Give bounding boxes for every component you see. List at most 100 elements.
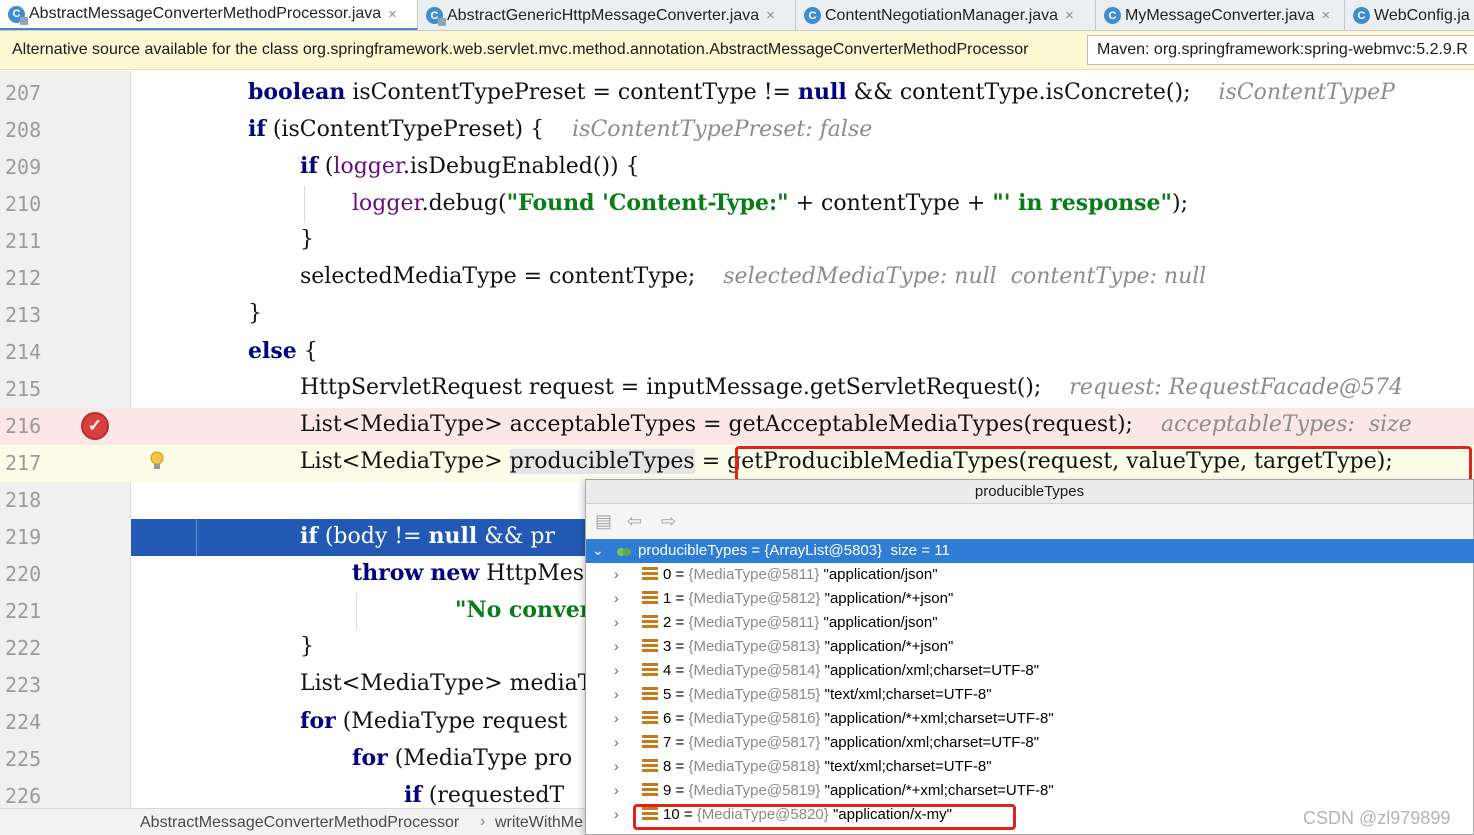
code-text: logger.debug("Found 'Content-Type:" + co… <box>352 190 1189 216</box>
line-number: 217 <box>5 451 42 475</box>
list-item[interactable]: › 6 = {MediaType@5816} "application/*+xm… <box>586 707 1474 731</box>
list-item[interactable]: › 2 = {MediaType@5811} "application/json… <box>586 611 1474 635</box>
line-number: 225 <box>5 747 42 771</box>
list-item[interactable]: › 3 = {MediaType@5813} "application/*+js… <box>586 635 1474 659</box>
list-item[interactable]: › 7 = {MediaType@5817} "application/xml;… <box>586 731 1474 755</box>
chevron-right-icon[interactable]: › <box>614 566 619 582</box>
list-item[interactable]: › 4 = {MediaType@5814} "application/xml;… <box>586 659 1474 683</box>
breadcrumb-method[interactable]: writeWithMe <box>495 814 583 832</box>
list-item[interactable]: › 8 = {MediaType@5818} "text/xml;charset… <box>586 755 1474 779</box>
field-icon <box>642 711 658 726</box>
tab-content-negotiation-manager[interactable]: C ContentNegotiationManager.java × <box>796 0 1096 30</box>
line-number: 213 <box>5 303 42 327</box>
chevron-right-icon[interactable]: › <box>614 590 619 606</box>
code-text: for (MediaType pro <box>352 745 573 771</box>
item-text: 9 = {MediaType@5819} "application/*+xml;… <box>663 782 1054 799</box>
abstract-class-icon: C <box>426 7 446 26</box>
code-text: selectedMediaType = contentType; selected… <box>300 264 1207 289</box>
chevron-right-icon[interactable]: › <box>614 662 619 678</box>
inline-debug-value: selectedMediaType: null contentType: nul… <box>723 264 1207 289</box>
line-number: 221 <box>5 599 42 623</box>
field-icon <box>642 615 658 630</box>
tab-my-message-converter[interactable]: C MyMessageConverter.java × <box>1096 0 1345 30</box>
tab-label: AbstractMessageConverterMethodProcessor.… <box>29 5 382 22</box>
variable-inspection-popup[interactable]: producibleTypes ▤ ⇦ ⇨ ⌄ producibleTypes … <box>585 479 1474 835</box>
item-text: 7 = {MediaType@5817} "application/xml;ch… <box>663 734 1040 751</box>
tab-label: WebConfig.ja <box>1374 6 1470 24</box>
code-text: throw new HttpMes <box>352 560 585 586</box>
tab-abstract-generic-http-message-converter[interactable]: C AbstractGenericHttpMessageConverter.ja… <box>418 0 796 30</box>
chevron-right-icon[interactable]: › <box>614 782 619 798</box>
tab-label: AbstractGenericHttpMessageConverter.java <box>447 6 760 24</box>
line-number: 223 <box>5 673 42 697</box>
code-text: } <box>300 227 314 252</box>
line-number: 212 <box>5 266 42 290</box>
close-icon[interactable]: × <box>766 7 775 24</box>
forward-arrow-icon[interactable]: ⇨ <box>661 511 676 532</box>
inline-debug-value: isContentTypePreset: false <box>572 117 873 142</box>
code-text: if (isContentTypePreset) {isContentTypeP… <box>248 116 873 142</box>
chevron-right-icon[interactable]: › <box>614 686 619 702</box>
chevron-right-icon[interactable]: › <box>614 758 619 774</box>
tab-label: ContentNegotiationManager.java <box>825 6 1059 24</box>
list-item[interactable]: › 0 = {MediaType@5811} "application/json… <box>586 563 1474 587</box>
inline-debug-value: isContentTypeP <box>1218 80 1395 105</box>
popup-toolbar: ▤ ⇦ ⇨ <box>586 504 1473 538</box>
code-line-212[interactable]: 212 selectedMediaType = contentType; sele… <box>0 260 1474 297</box>
code-line-209[interactable]: 209 if (logger.isDebugEnabled()) { <box>0 149 1474 186</box>
line-number: 208 <box>5 118 42 142</box>
code-line-215[interactable]: 215 HttpServletRequest request = inputMe… <box>0 371 1474 408</box>
close-icon[interactable]: × <box>388 6 397 23</box>
highlight-box <box>735 446 1472 482</box>
code-line-211[interactable]: 211 } <box>0 223 1474 260</box>
watch-variable-icon <box>617 548 631 556</box>
field-icon <box>642 591 658 606</box>
code-line-216[interactable]: 216 ✓ List<MediaType> acceptableTypes = … <box>0 408 1474 445</box>
breadcrumb-separator-icon: › <box>480 813 486 830</box>
chevron-down-icon[interactable]: ⌄ <box>592 542 604 559</box>
chevron-right-icon[interactable]: › <box>614 638 619 654</box>
chevron-right-icon[interactable]: › <box>614 710 619 726</box>
tab-label: MyMessageConverter.java <box>1125 6 1315 24</box>
close-icon[interactable]: × <box>1321 7 1330 24</box>
list-item[interactable]: › 5 = {MediaType@5815} "text/xml;charset… <box>586 683 1474 707</box>
line-number: 216 <box>5 414 42 438</box>
editor-tab-bar: C AbstractMessageConverterMethodProcesso… <box>0 0 1474 31</box>
back-arrow-icon[interactable]: ⇦ <box>627 511 642 532</box>
code-line-214[interactable]: 214 else { <box>0 334 1474 371</box>
tree-root-row[interactable]: ⌄ producibleTypes = {ArrayList@5803} siz… <box>586 539 1474 563</box>
breakpoint-check-icon[interactable]: ✓ <box>81 412 109 440</box>
chevron-right-icon[interactable]: › <box>614 806 619 822</box>
code-text: for (MediaType request <box>300 708 568 734</box>
list-item[interactable]: › 9 = {MediaType@5819} "application/*+xm… <box>586 779 1474 803</box>
code-line-207[interactable]: 207 boolean isContentTypePreset = conten… <box>0 75 1474 112</box>
class-icon: C <box>804 7 821 24</box>
code-text: if (requestedT <box>404 782 565 808</box>
indent-guide <box>304 186 305 223</box>
line-number: 218 <box>5 488 42 512</box>
item-text: 1 = {MediaType@5812} "application/*+json… <box>663 590 954 607</box>
chevron-right-icon[interactable]: › <box>614 734 619 750</box>
code-line-208[interactable]: 208 if (isContentTypePreset) {isContentT… <box>0 112 1474 149</box>
class-icon: C <box>1104 7 1121 24</box>
inline-debug-value: request: RequestFacade@574 <box>1069 375 1404 400</box>
notification-text: Alternative source available for the cla… <box>12 41 1029 58</box>
item-text: 0 = {MediaType@5811} "application/json" <box>663 566 938 583</box>
highlight-box <box>633 804 1016 830</box>
lightbulb-icon[interactable] <box>149 451 165 473</box>
code-text: "No conver <box>455 597 592 623</box>
code-text: HttpServletRequest request = inputMessag… <box>300 375 1404 400</box>
line-number: 211 <box>5 229 42 253</box>
chevron-right-icon[interactable]: › <box>614 614 619 630</box>
list-item[interactable]: › 1 = {MediaType@5812} "application/*+js… <box>586 587 1474 611</box>
source-selector-dropdown[interactable]: Maven: org.springframework:spring-webmvc… <box>1087 35 1474 65</box>
code-line-213[interactable]: 213 } <box>0 297 1474 334</box>
tab-web-config[interactable]: C WebConfig.ja <box>1345 0 1474 30</box>
breadcrumb-class[interactable]: AbstractMessageConverterMethodProcessor <box>140 814 459 832</box>
close-icon[interactable]: × <box>1065 7 1074 24</box>
navigate-icon[interactable]: ▤ <box>595 511 612 532</box>
class-icon: C <box>1353 7 1370 24</box>
tab-abstract-message-converter-method-processor[interactable]: C AbstractMessageConverterMethodProcesso… <box>0 0 418 30</box>
line-number: 214 <box>5 340 42 364</box>
code-line-210[interactable]: 210 logger.debug("Found 'Content-Type:" … <box>0 186 1474 223</box>
